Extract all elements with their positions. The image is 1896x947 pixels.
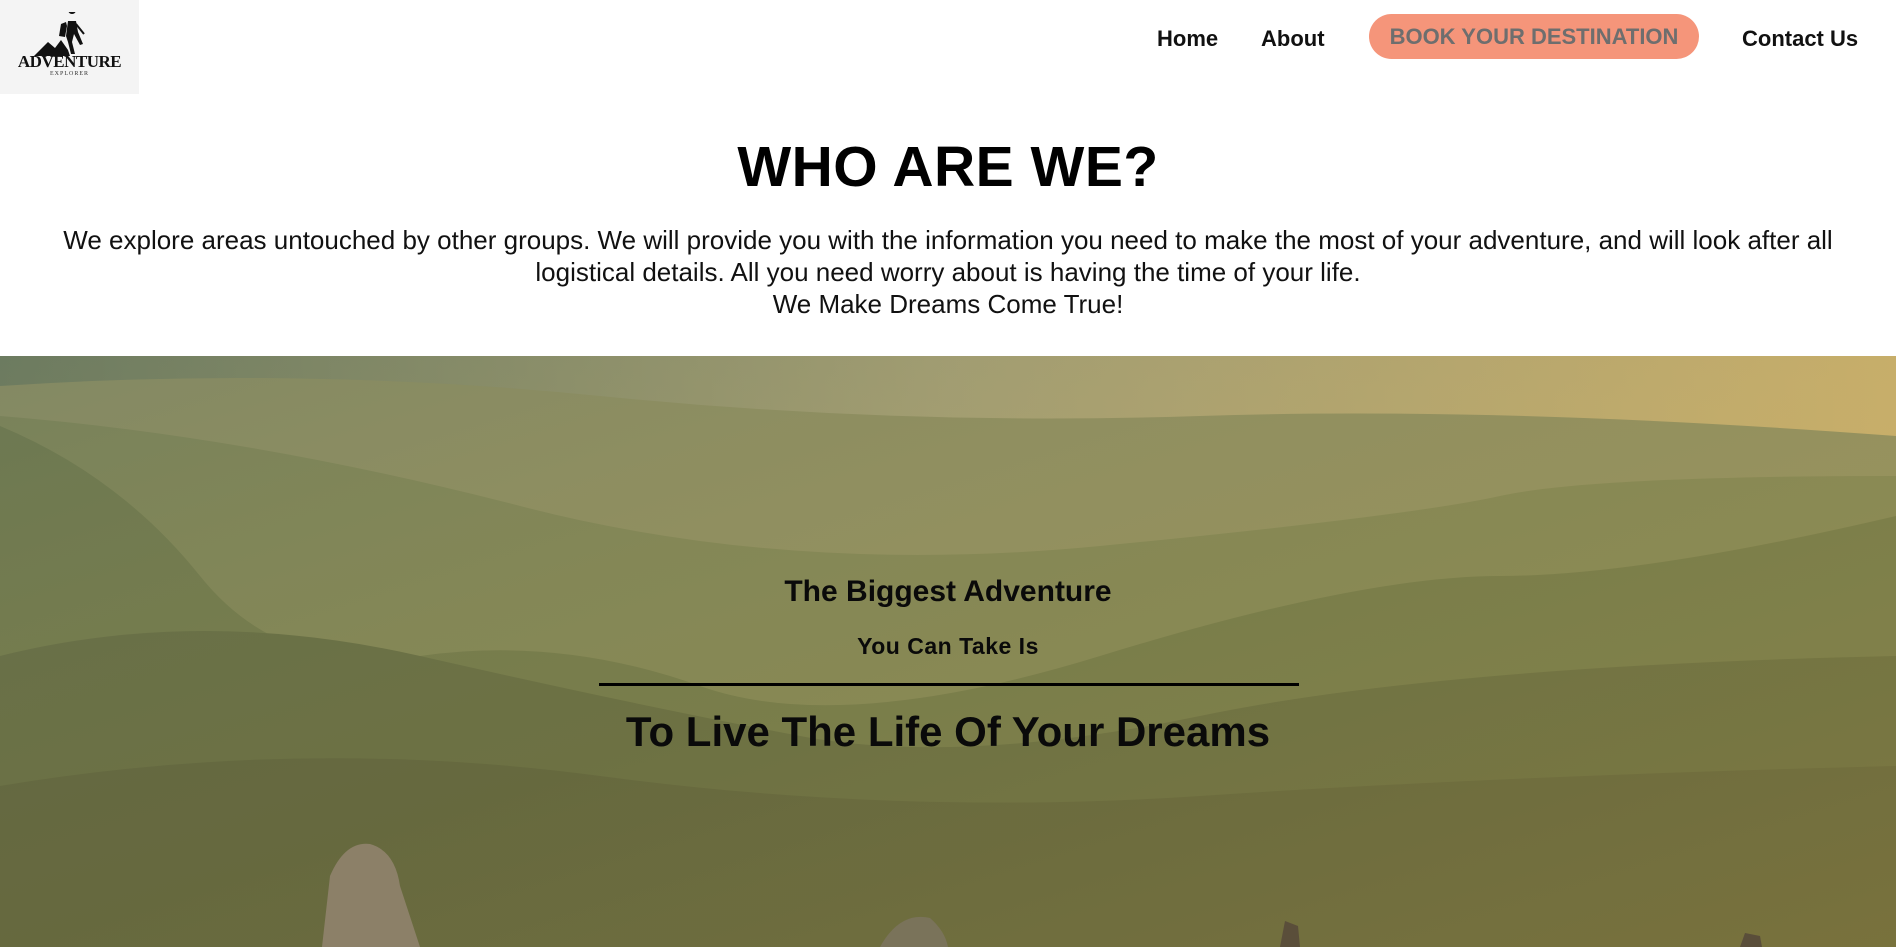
about-section: WHO ARE WE? We explore areas untouched b…: [0, 94, 1896, 320]
logo-subtitle: EXPLORER: [49, 71, 89, 77]
logo[interactable]: ADVENTURE EXPLORER: [0, 0, 139, 94]
hero-headline: To Live The Life Of Your Dreams: [625, 708, 1271, 755]
site-header: ADVENTURE EXPLORER Home About BOOK YOUR …: [0, 0, 1896, 94]
hero-divider: [599, 683, 1299, 686]
nav-home-link[interactable]: Home: [1157, 26, 1218, 52]
about-tagline: We Make Dreams Come True!: [772, 289, 1124, 319]
hero-subtitle: You Can Take Is: [857, 633, 1039, 659]
about-body: We explore areas untouched by other grou…: [63, 225, 1833, 287]
page-title: WHO ARE WE?: [737, 135, 1159, 199]
book-destination-button[interactable]: BOOK YOUR DESTINATION: [1369, 14, 1699, 59]
hero-title: The Biggest Adventure: [784, 575, 1112, 608]
nav-about-link[interactable]: About: [1261, 26, 1325, 52]
hero-banner: The Biggest Adventure You Can Take Is To…: [0, 356, 1896, 947]
logo-brand: ADVENTURE: [17, 52, 122, 71]
nav-contact-link[interactable]: Contact Us: [1742, 26, 1858, 52]
hiker-icon: [34, 12, 85, 56]
